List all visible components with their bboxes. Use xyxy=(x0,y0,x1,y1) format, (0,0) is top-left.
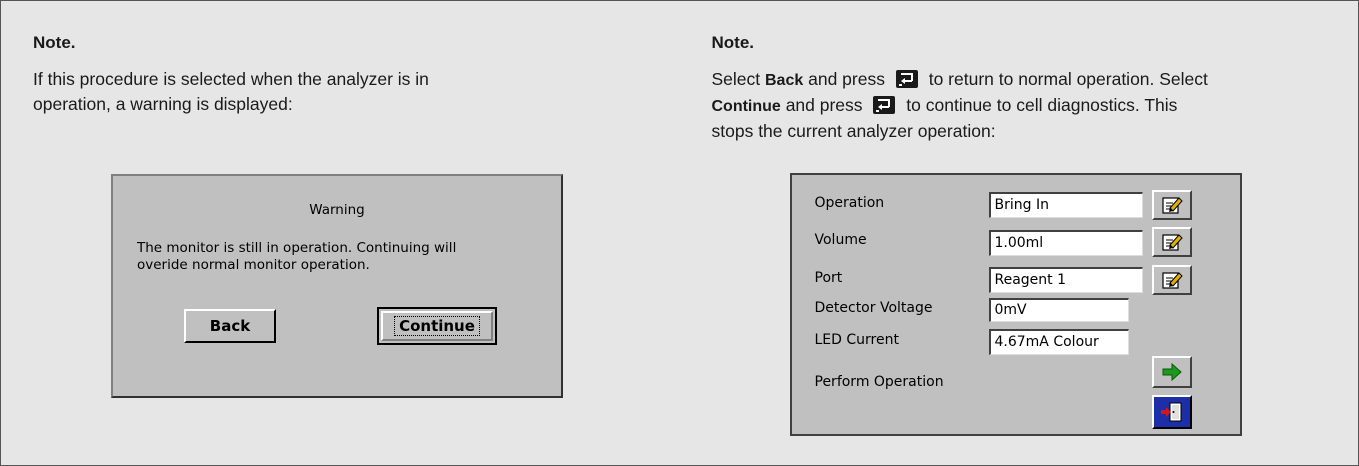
note-text: Select Back and press to return to norma… xyxy=(712,67,1322,144)
note-text-line: If this procedure is selected when the a… xyxy=(33,69,429,89)
volume-field[interactable]: 1.00ml xyxy=(988,230,1143,256)
warning-dialog: Warning The monitor is still in operatio… xyxy=(111,174,563,398)
edit-icon xyxy=(1161,272,1183,289)
diagnostics-panel: Operation Bring In Volume 1.00ml Port Re… xyxy=(789,173,1242,436)
warning-title: Warning xyxy=(309,202,365,218)
perform-operation-button[interactable] xyxy=(1151,356,1192,388)
note-text-fragment: to continue to cell diagnostics. This xyxy=(906,95,1178,115)
volume-label: Volume xyxy=(814,232,867,248)
led-current-field: 4.67mA Colour xyxy=(988,329,1129,355)
port-field[interactable]: Reagent 1 xyxy=(988,267,1143,293)
edit-icon xyxy=(1161,234,1183,251)
enter-key-icon xyxy=(895,70,918,88)
led-current-label: LED Current xyxy=(814,332,899,348)
port-edit-button[interactable] xyxy=(1151,265,1192,295)
note-text-line: operation, a warning is displayed: xyxy=(33,94,293,114)
warning-message: The monitor is still in operation. Conti… xyxy=(137,240,537,274)
note-text-fragment: and press xyxy=(780,95,863,115)
volume-edit-button[interactable] xyxy=(1151,227,1192,257)
enter-key-icon xyxy=(873,96,896,114)
operation-label: Operation xyxy=(814,195,885,211)
note-text: If this procedure is selected when the a… xyxy=(33,67,643,117)
back-button-label: Back xyxy=(209,317,251,335)
back-keyword: Back xyxy=(765,72,804,89)
warning-message-line: The monitor is still in operation. Conti… xyxy=(137,240,457,256)
detector-voltage-label: Detector Voltage xyxy=(814,300,933,316)
green-arrow-right-icon xyxy=(1162,363,1182,381)
exit-door-icon xyxy=(1160,402,1181,422)
exit-button[interactable] xyxy=(1151,395,1192,429)
continue-button-label: Continue xyxy=(394,316,480,336)
warning-message-line: overide normal monitor operation. xyxy=(137,257,370,273)
continue-button[interactable]: Continue xyxy=(377,307,497,345)
right-note: Note. Select Back and press to return to… xyxy=(680,1,1359,465)
edit-icon xyxy=(1161,197,1183,214)
document-frame: Note. If this procedure is selected when… xyxy=(0,0,1359,466)
note-text-fragment: stops the current analyzer operation: xyxy=(711,121,996,141)
left-note: Note. If this procedure is selected when… xyxy=(1,1,680,465)
continue-keyword: Continue xyxy=(711,98,781,115)
operation-field[interactable]: Bring In xyxy=(988,192,1143,218)
port-label: Port xyxy=(814,270,843,286)
detector-voltage-field: 0mV xyxy=(988,298,1129,322)
operation-edit-button[interactable] xyxy=(1151,190,1192,220)
back-button[interactable]: Back xyxy=(184,309,276,343)
note-text-fragment: and press xyxy=(803,69,885,89)
note-title: Note. xyxy=(33,33,76,52)
perform-operation-label: Perform Operation xyxy=(814,374,944,390)
note-text-fragment: to return to normal operation. Select xyxy=(928,69,1208,89)
note-title: Note. xyxy=(711,33,755,52)
note-text-fragment: Select xyxy=(711,69,765,89)
